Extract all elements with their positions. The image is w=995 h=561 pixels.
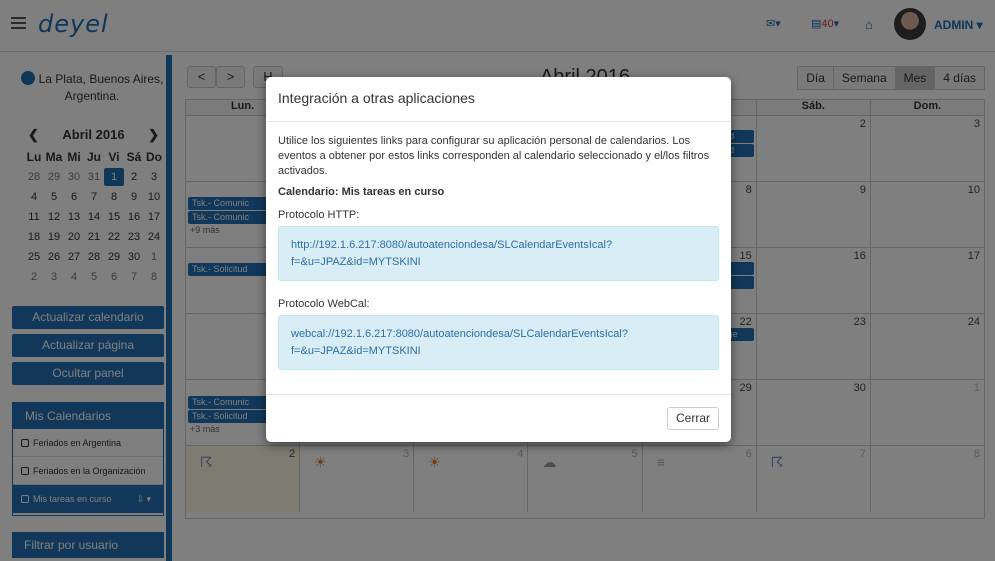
webcal-label: Protocolo WebCal: [278, 298, 370, 310]
modal-intro: Utilice los siguientes links para config… [278, 135, 710, 177]
modal-title: Integración a otras aplicaciones [266, 77, 731, 122]
close-button[interactable]: Cerrar [666, 407, 719, 430]
webcal-url-line2[interactable]: f=&u=JPAZ&id=MYTSKINI [291, 343, 706, 360]
integration-modal: Integración a otras aplicaciones Utilice… [266, 77, 731, 442]
modal-footer: Cerrar [266, 394, 731, 442]
http-url-line2[interactable]: f=&u=JPAZ&id=MYTSKINI [291, 254, 706, 271]
modal-body: Utilice los siguientes links para config… [266, 122, 731, 398]
webcal-url-box[interactable]: webcal://192.1.6.217:8080/autoatencionde… [278, 315, 719, 370]
http-label: Protocolo HTTP: [278, 209, 360, 221]
calendar-label: Calendario: Mis tareas en curso [278, 186, 445, 198]
http-url-box[interactable]: http://192.1.6.217:8080/autoatenciondesa… [278, 226, 719, 281]
http-url-line1[interactable]: http://192.1.6.217:8080/autoatenciondesa… [291, 237, 706, 254]
webcal-url-line1[interactable]: webcal://192.1.6.217:8080/autoatencionde… [291, 326, 706, 343]
